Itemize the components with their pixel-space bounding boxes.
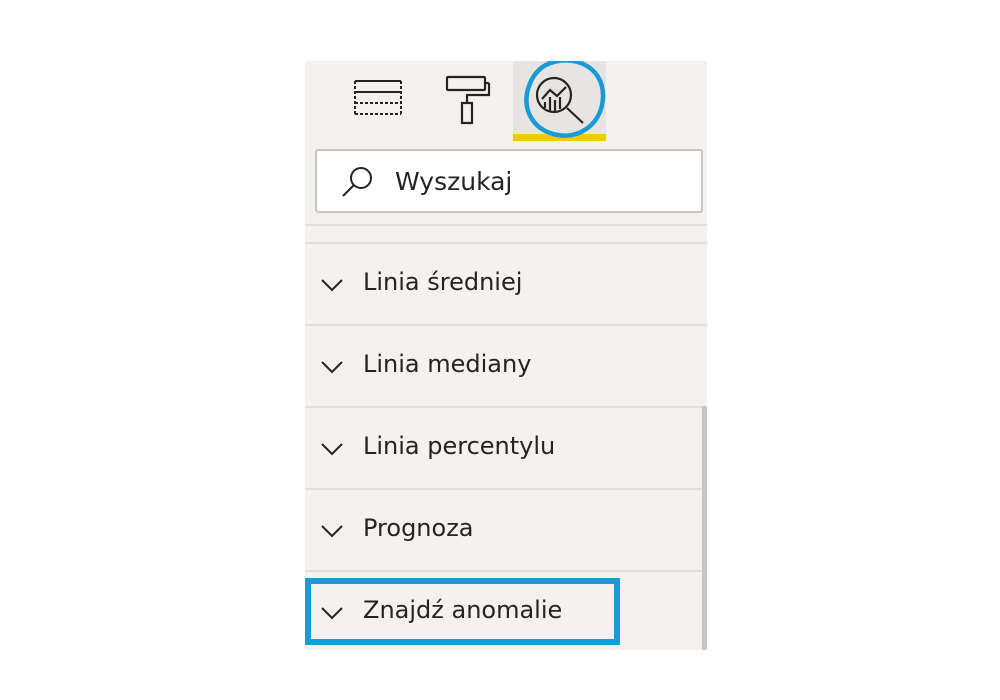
section-label: Linia średniej [363, 268, 523, 296]
chevron-down-icon [321, 525, 343, 538]
section-label: Linia mediany [363, 350, 532, 378]
chevron-down-icon [321, 443, 343, 456]
format-tab[interactable] [425, 61, 511, 141]
section-forecast[interactable]: Prognoza [305, 490, 707, 572]
section-label: Prognoza [363, 514, 474, 542]
analytics-magnifier-icon [535, 76, 584, 124]
divider [305, 224, 707, 226]
search-icon [342, 167, 372, 197]
fields-tab[interactable] [345, 61, 411, 141]
chevron-down-icon [321, 361, 343, 374]
analytics-pane: Linia średniej Linia mediany Linia perce… [305, 61, 707, 650]
paint-roller-icon [445, 75, 491, 125]
chevron-down-icon [321, 607, 343, 620]
analytics-tab[interactable] [513, 61, 606, 141]
chevron-down-icon [321, 279, 343, 292]
fields-table-icon [354, 80, 402, 115]
analytics-sections: Linia średniej Linia mediany Linia perce… [305, 244, 707, 650]
section-label: Linia percentylu [363, 432, 556, 460]
section-label: Znajdź anomalie [363, 596, 563, 624]
section-median-line[interactable]: Linia mediany [305, 326, 707, 408]
search-input[interactable] [395, 151, 685, 211]
section-average-line[interactable]: Linia średniej [305, 244, 707, 326]
pane-toolbar [305, 61, 707, 141]
search-box[interactable] [315, 149, 703, 213]
section-find-anomalies[interactable]: Znajdź anomalie [305, 572, 707, 650]
section-percentile-line[interactable]: Linia percentylu [305, 408, 707, 490]
scrollbar[interactable] [702, 406, 707, 650]
active-tab-indicator [513, 134, 606, 141]
